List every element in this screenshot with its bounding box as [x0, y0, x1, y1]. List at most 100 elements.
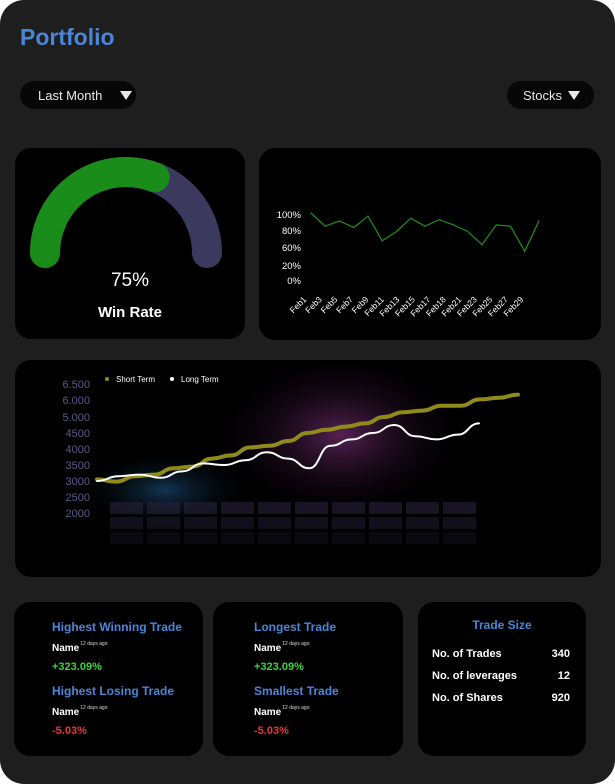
y-tick-label: 20% — [282, 261, 302, 272]
period-dropdown-label: Last Month — [38, 87, 103, 103]
smallest-trade-title: Smallest Trade — [254, 684, 339, 698]
data-point — [538, 220, 540, 222]
series-line — [310, 212, 540, 253]
win-rate-card: 75% Win Rate — [15, 148, 245, 339]
trade-size-title: Trade Size — [472, 618, 532, 632]
reflection-block — [258, 532, 291, 544]
reflection-block — [332, 502, 365, 514]
asset-dropdown[interactable]: Stocks — [507, 81, 594, 109]
data-point — [438, 219, 440, 221]
data-point — [353, 226, 355, 229]
y-tick-label: 2000 — [66, 508, 90, 520]
trade-size-card: Trade Size No. of Trades 340 No. of lever… — [418, 602, 586, 756]
reflection-block — [184, 532, 217, 544]
y-tick-label: 100% — [277, 210, 302, 221]
trade-time: 12 days ago — [80, 641, 108, 647]
trade-name: Name12 days ago — [52, 705, 108, 718]
reflection-block — [258, 517, 291, 529]
legend-dot — [170, 377, 174, 381]
reflection-block — [221, 532, 254, 544]
smallest-value: -5.03% — [254, 725, 289, 737]
legend-label: Short Term — [116, 375, 155, 384]
y-tick-label: 6.500 — [62, 379, 90, 391]
y-tick-label: 3500 — [66, 460, 90, 472]
reflection-block — [295, 532, 328, 544]
reflection-block — [147, 502, 180, 514]
data-point — [381, 240, 383, 242]
data-point — [395, 230, 398, 233]
legend-dot — [105, 377, 109, 381]
data-point — [338, 220, 341, 222]
data-point — [410, 217, 412, 219]
win-rate-gauge — [30, 157, 222, 268]
y-tick-label: 80% — [282, 226, 302, 237]
winning-value: +323.09% — [52, 661, 102, 673]
data-point — [509, 225, 512, 227]
reflection-block — [406, 532, 439, 544]
legend-label: Long Term — [181, 375, 219, 384]
period-dropdown[interactable]: Last Month — [20, 81, 136, 109]
reflection-block — [369, 532, 402, 544]
reflection-block — [443, 532, 476, 544]
data-point — [310, 212, 312, 214]
trade-name: Name12 days ago — [52, 641, 108, 654]
y-tick-label: 5.000 — [62, 412, 90, 424]
chevron-down-icon — [568, 90, 581, 100]
data-point — [424, 225, 426, 227]
price-chart-card: 6.500 6.000 5.000 4500 4000 3500 3000 2500 2000 S… — [15, 360, 601, 577]
trade-time: 12 days ago — [282, 705, 310, 711]
reflection-block — [147, 517, 180, 529]
longest-trade-title: Longest Trade — [254, 620, 337, 634]
reflection-block — [110, 502, 143, 514]
reflection-block — [443, 502, 476, 514]
reflection-block — [406, 517, 439, 529]
data-point — [452, 224, 455, 226]
winning-losing-card: Highest Winning Trade Name12 days ago +3… — [14, 602, 203, 756]
reflection-block — [184, 517, 217, 529]
trade-size-row: No. of leverages 12 — [432, 670, 570, 682]
price-line-chart: 6.500 6.000 5.000 4500 4000 3500 3000 2500 2000 S… — [62, 360, 520, 544]
reflection-block — [443, 517, 476, 529]
reflection-block — [221, 517, 254, 529]
highest-losing-title: Highest Losing Trade — [52, 684, 175, 698]
win-rate-label: Win Rate — [97, 304, 163, 321]
reflection-block — [332, 517, 365, 529]
trade-size-row: No. of Trades 340 — [432, 648, 570, 660]
asset-dropdown-label: Stocks — [523, 87, 563, 103]
data-point — [324, 225, 326, 227]
gauge-fill — [30, 157, 170, 268]
reflection-block — [110, 532, 143, 544]
trade-time: 12 days ago — [282, 641, 310, 647]
trade-name: Name12 days ago — [254, 641, 310, 654]
reflection-block — [369, 502, 402, 514]
reflection-block — [258, 502, 291, 514]
y-tick-label: 4000 — [66, 444, 90, 456]
reflection-block — [295, 502, 328, 514]
data-point — [467, 230, 469, 233]
trade-name: Name12 days ago — [254, 705, 310, 718]
y-tick-label: 6.000 — [62, 395, 90, 407]
trade-size-row: No. of Shares 920 — [432, 692, 570, 704]
reflection-block — [406, 502, 439, 514]
chevron-down-icon — [120, 90, 133, 100]
losing-value: -5.03% — [52, 725, 87, 737]
trade-time: 12 days ago — [80, 705, 108, 711]
performance-chart-card: 100% 80% 60% 20% 0% Feb1 Feb3 Feb5 Feb7 Feb9 Feb11… — [259, 148, 601, 340]
data-point — [367, 215, 369, 217]
longest-smallest-card: Longest Trade Name12 days ago +323.09% S… — [213, 602, 403, 756]
data-point — [495, 224, 497, 226]
performance-line-chart: 100%80%60%20%0%Feb1Feb3Feb5Feb7Feb9Feb11… — [277, 210, 540, 318]
y-tick-label: 60% — [282, 243, 302, 254]
win-rate-value: 75% — [110, 270, 150, 291]
reflection-block — [369, 517, 402, 529]
longest-value: +323.09% — [254, 661, 304, 673]
reflection-block — [221, 502, 254, 514]
data-point — [481, 244, 483, 246]
reflection-block — [147, 532, 180, 544]
y-tick-label: 0% — [287, 276, 301, 287]
data-point — [524, 250, 526, 252]
y-tick-label: 2500 — [66, 492, 90, 504]
y-tick-label: 4500 — [66, 428, 90, 440]
highest-winning-title: Highest Winning Trade — [52, 620, 182, 634]
portfolio-dashboard: Portfolio Last Month Stocks 75% Win Rate… — [0, 0, 615, 784]
